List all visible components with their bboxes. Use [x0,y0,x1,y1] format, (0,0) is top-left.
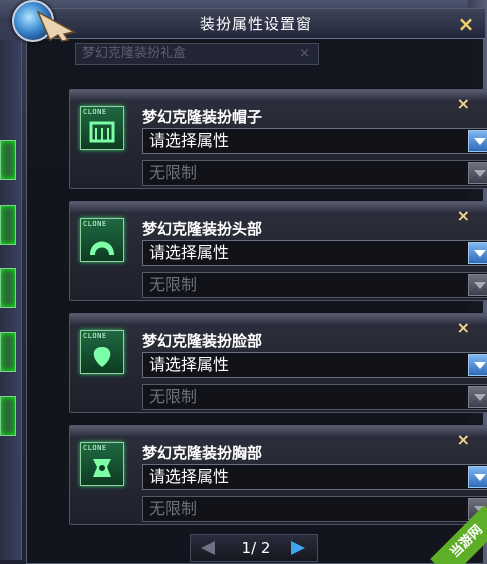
attribute-select-value: 请选择属性 [149,131,230,150]
background-left-panel [0,40,22,560]
page-indicator: 1/ 2 [241,539,271,557]
background-slot [0,205,16,245]
limit-select-value: 无限制 [149,499,198,518]
background-slot [0,268,16,308]
window-close-button[interactable]: × [455,13,477,35]
window-title: 装扮属性设置窗 [199,15,312,33]
ghost-tab-close-icon: × [299,46,310,61]
card-header-band [70,90,487,100]
pagination: 1/ 2 [190,534,318,562]
background-slot [0,332,16,372]
chest-glyph-icon [93,459,111,477]
limit-select[interactable]: 无限制 [142,384,487,410]
clone-hair-icon: CLONE [80,218,124,262]
background-slot [0,396,16,436]
attribute-select-value: 请选择属性 [149,355,230,374]
card-close-button[interactable]: × [457,430,470,449]
limit-select-value: 无限制 [149,387,198,406]
clone-tag: CLONE [83,332,107,340]
background-slot [0,140,16,180]
ghost-tab-label: 梦幻克隆装扮礼盒 [82,46,187,61]
limit-select-value: 无限制 [149,275,198,294]
card-close-button[interactable]: × [457,94,470,113]
chevron-down-icon[interactable] [468,274,487,296]
attribute-select[interactable]: 请选择属性 [142,128,487,154]
limit-select[interactable]: 无限制 [142,160,487,186]
card-close-button[interactable]: × [457,206,470,225]
card-close-button[interactable]: × [457,318,470,337]
attribute-select[interactable]: 请选择属性 [142,352,487,378]
clone-tag: CLONE [83,444,107,452]
triangle-left-icon[interactable] [199,540,217,556]
chevron-down-icon[interactable] [468,130,487,152]
clone-tag: CLONE [83,220,107,228]
triangle-right-icon[interactable] [289,540,307,556]
limit-select[interactable]: 无限制 [142,272,487,298]
chevron-down-icon[interactable] [468,386,487,408]
card-header-band [70,426,487,436]
clone-tag: CLONE [83,108,107,116]
attribute-select-value: 请选择属性 [149,243,230,262]
card-header-band [70,202,487,212]
costume-card-face: CLONE 梦幻克隆装扮脸部 × 请选择属性 无限制 [69,313,487,413]
title-bar[interactable]: 装扮属性设置窗 × [27,9,485,39]
attribute-select-value: 请选择属性 [149,467,230,486]
background-gift-box-tab: 梦幻克隆装扮礼盒 × [75,43,319,65]
chevron-down-icon[interactable] [468,242,487,264]
card-title: 梦幻克隆装扮帽子 [142,108,263,126]
attribute-select[interactable]: 请选择属性 [142,240,487,266]
limit-select-value: 无限制 [149,163,198,182]
hair-glyph-icon [90,241,114,255]
card-title: 梦幻克隆装扮头部 [142,220,263,238]
clone-face-icon: CLONE [80,330,124,374]
card-title: 梦幻克隆装扮脸部 [142,332,263,350]
limit-select[interactable]: 无限制 [142,496,487,522]
chevron-down-icon[interactable] [468,162,487,184]
clone-hat-icon: CLONE [80,106,124,150]
attribute-select[interactable]: 请选择属性 [142,464,487,490]
appearance-attribute-window: 装扮属性设置窗 × 梦幻克隆装扮礼盒 × CLONE 梦幻克隆装扮帽子 × 请选… [26,8,487,564]
card-title: 梦幻克隆装扮胸部 [142,444,263,462]
clone-chest-icon: CLONE [80,442,124,486]
pointer-hand-icon [36,10,77,42]
face-glyph-icon [93,347,111,367]
chevron-down-icon[interactable] [468,466,487,488]
card-header-band [70,314,487,324]
hat-glyph-icon [89,121,115,143]
costume-card-hat: CLONE 梦幻克隆装扮帽子 × 请选择属性 无限制 [69,89,487,189]
costume-card-chest: CLONE 梦幻克隆装扮胸部 × 请选择属性 无限制 [69,425,487,525]
costume-card-head: CLONE 梦幻克隆装扮头部 × 请选择属性 无限制 [69,201,487,301]
chevron-down-icon[interactable] [468,354,487,376]
